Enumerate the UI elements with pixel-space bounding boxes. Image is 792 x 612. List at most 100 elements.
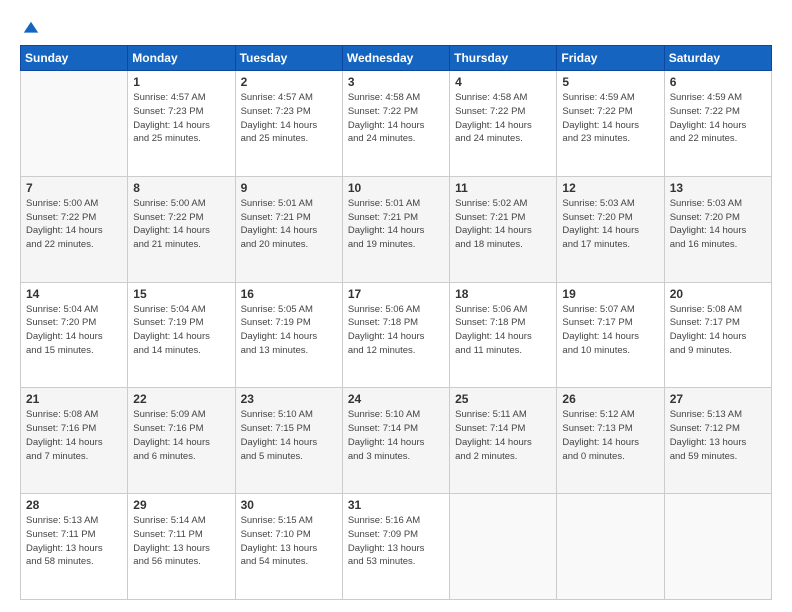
- day-info: Sunrise: 5:10 AM Sunset: 7:14 PM Dayligh…: [348, 408, 444, 463]
- calendar-cell: 27 Sunrise: 5:13 AM Sunset: 7:12 PM Dayli…: [664, 388, 771, 494]
- calendar-cell: 3 Sunrise: 4:58 AM Sunset: 7:22 PM Daylig…: [342, 71, 449, 177]
- calendar-cell: 25 Sunrise: 5:11 AM Sunset: 7:14 PM Dayli…: [450, 388, 557, 494]
- weekday-thursday: Thursday: [450, 46, 557, 71]
- calendar-cell: 28 Sunrise: 5:13 AM Sunset: 7:11 PM Dayli…: [21, 494, 128, 600]
- header: [20, 18, 772, 35]
- calendar-cell: 26 Sunrise: 5:12 AM Sunset: 7:13 PM Dayli…: [557, 388, 664, 494]
- page: SundayMondayTuesdayWednesdayThursdayFrid…: [0, 0, 792, 612]
- day-number: 17: [348, 287, 444, 301]
- day-number: 9: [241, 181, 337, 195]
- day-info: Sunrise: 5:00 AM Sunset: 7:22 PM Dayligh…: [26, 197, 122, 252]
- day-number: 3: [348, 75, 444, 89]
- calendar-cell: 13Sunrise: 5:03 AM Sunset: 7:20 PM Dayli…: [664, 176, 771, 282]
- day-info: Sunrise: 5:14 AM Sunset: 7:11 PM Dayligh…: [133, 514, 229, 569]
- day-number: 18: [455, 287, 551, 301]
- day-info: Sunrise: 5:03 AM Sunset: 7:20 PM Dayligh…: [562, 197, 658, 252]
- calendar-cell: 9Sunrise: 5:01 AM Sunset: 7:21 PM Daylig…: [235, 176, 342, 282]
- calendar-cell: 20 Sunrise: 5:08 AM Sunset: 7:17 PM Dayli…: [664, 282, 771, 388]
- weekday-tuesday: Tuesday: [235, 46, 342, 71]
- day-number: 31: [348, 498, 444, 512]
- day-number: 6: [670, 75, 766, 89]
- day-info: Sunrise: 4:58 AM Sunset: 7:22 PM Dayligh…: [348, 91, 444, 146]
- day-info: Sunrise: 5:01 AM Sunset: 7:21 PM Dayligh…: [348, 197, 444, 252]
- calendar-cell: 6Sunrise: 4:59 AM Sunset: 7:22 PM Daylig…: [664, 71, 771, 177]
- day-number: 5: [562, 75, 658, 89]
- day-number: 7: [26, 181, 122, 195]
- day-number: 24: [348, 392, 444, 406]
- day-info: Sunrise: 5:12 AM Sunset: 7:13 PM Dayligh…: [562, 408, 658, 463]
- day-number: 20: [670, 287, 766, 301]
- day-info: Sunrise: 5:00 AM Sunset: 7:22 PM Dayligh…: [133, 197, 229, 252]
- day-number: 23: [241, 392, 337, 406]
- calendar-cell: 30 Sunrise: 5:15 AM Sunset: 7:10 PM Dayli…: [235, 494, 342, 600]
- day-number: 29: [133, 498, 229, 512]
- calendar-cell: 21Sunrise: 5:08 AM Sunset: 7:16 PM Dayli…: [21, 388, 128, 494]
- day-info: Sunrise: 4:58 AM Sunset: 7:22 PM Dayligh…: [455, 91, 551, 146]
- day-number: 21: [26, 392, 122, 406]
- calendar-cell: 5 Sunrise: 4:59 AM Sunset: 7:22 PM Daylig…: [557, 71, 664, 177]
- day-info: Sunrise: 5:05 AM Sunset: 7:19 PM Dayligh…: [241, 303, 337, 358]
- day-info: Sunrise: 5:07 AM Sunset: 7:17 PM Dayligh…: [562, 303, 658, 358]
- day-number: 10: [348, 181, 444, 195]
- day-info: Sunrise: 5:03 AM Sunset: 7:20 PM Dayligh…: [670, 197, 766, 252]
- day-info: Sunrise: 4:57 AM Sunset: 7:23 PM Dayligh…: [133, 91, 229, 146]
- day-info: Sunrise: 5:13 AM Sunset: 7:12 PM Dayligh…: [670, 408, 766, 463]
- calendar-cell: 4 Sunrise: 4:58 AM Sunset: 7:22 PM Daylig…: [450, 71, 557, 177]
- week-row-1: 1 Sunrise: 4:57 AM Sunset: 7:23 PM Daylig…: [21, 71, 772, 177]
- logo-text: [20, 18, 40, 39]
- calendar-cell: 16 Sunrise: 5:05 AM Sunset: 7:19 PM Dayli…: [235, 282, 342, 388]
- weekday-sunday: Sunday: [21, 46, 128, 71]
- logo: [20, 18, 40, 35]
- day-info: Sunrise: 5:02 AM Sunset: 7:21 PM Dayligh…: [455, 197, 551, 252]
- weekday-friday: Friday: [557, 46, 664, 71]
- calendar-cell: 2 Sunrise: 4:57 AM Sunset: 7:23 PM Daylig…: [235, 71, 342, 177]
- day-info: Sunrise: 5:13 AM Sunset: 7:11 PM Dayligh…: [26, 514, 122, 569]
- day-number: 19: [562, 287, 658, 301]
- day-number: 25: [455, 392, 551, 406]
- day-number: 2: [241, 75, 337, 89]
- day-number: 15: [133, 287, 229, 301]
- day-info: Sunrise: 5:06 AM Sunset: 7:18 PM Dayligh…: [455, 303, 551, 358]
- weekday-wednesday: Wednesday: [342, 46, 449, 71]
- day-info: Sunrise: 5:09 AM Sunset: 7:16 PM Dayligh…: [133, 408, 229, 463]
- week-row-3: 14 Sunrise: 5:04 AM Sunset: 7:20 PM Dayli…: [21, 282, 772, 388]
- day-number: 27: [670, 392, 766, 406]
- day-info: Sunrise: 5:16 AM Sunset: 7:09 PM Dayligh…: [348, 514, 444, 569]
- day-number: 26: [562, 392, 658, 406]
- week-row-2: 7 Sunrise: 5:00 AM Sunset: 7:22 PM Daylig…: [21, 176, 772, 282]
- calendar: SundayMondayTuesdayWednesdayThursdayFrid…: [20, 45, 772, 600]
- day-info: Sunrise: 5:04 AM Sunset: 7:20 PM Dayligh…: [26, 303, 122, 358]
- day-number: 4: [455, 75, 551, 89]
- day-number: 12: [562, 181, 658, 195]
- week-row-5: 28 Sunrise: 5:13 AM Sunset: 7:11 PM Dayli…: [21, 494, 772, 600]
- calendar-cell: 18 Sunrise: 5:06 AM Sunset: 7:18 PM Dayli…: [450, 282, 557, 388]
- day-info: Sunrise: 4:57 AM Sunset: 7:23 PM Dayligh…: [241, 91, 337, 146]
- weekday-saturday: Saturday: [664, 46, 771, 71]
- day-info: Sunrise: 5:11 AM Sunset: 7:14 PM Dayligh…: [455, 408, 551, 463]
- day-number: 28: [26, 498, 122, 512]
- day-number: 11: [455, 181, 551, 195]
- calendar-cell: [664, 494, 771, 600]
- calendar-cell: 14 Sunrise: 5:04 AM Sunset: 7:20 PM Dayli…: [21, 282, 128, 388]
- calendar-cell: [450, 494, 557, 600]
- day-info: Sunrise: 5:10 AM Sunset: 7:15 PM Dayligh…: [241, 408, 337, 463]
- day-info: Sunrise: 4:59 AM Sunset: 7:22 PM Dayligh…: [562, 91, 658, 146]
- day-info: Sunrise: 5:08 AM Sunset: 7:17 PM Dayligh…: [670, 303, 766, 358]
- day-info: Sunrise: 5:15 AM Sunset: 7:10 PM Dayligh…: [241, 514, 337, 569]
- calendar-cell: 10 Sunrise: 5:01 AM Sunset: 7:21 PM Dayli…: [342, 176, 449, 282]
- calendar-cell: [557, 494, 664, 600]
- calendar-cell: 19 Sunrise: 5:07 AM Sunset: 7:17 PM Dayli…: [557, 282, 664, 388]
- day-number: 14: [26, 287, 122, 301]
- day-number: 30: [241, 498, 337, 512]
- calendar-cell: 8Sunrise: 5:00 AM Sunset: 7:22 PM Daylig…: [128, 176, 235, 282]
- weekday-header-row: SundayMondayTuesdayWednesdayThursdayFrid…: [21, 46, 772, 71]
- calendar-cell: 24 Sunrise: 5:10 AM Sunset: 7:14 PM Dayli…: [342, 388, 449, 494]
- day-number: 16: [241, 287, 337, 301]
- calendar-cell: 17Sunrise: 5:06 AM Sunset: 7:18 PM Dayli…: [342, 282, 449, 388]
- calendar-cell: 29 Sunrise: 5:14 AM Sunset: 7:11 PM Dayli…: [128, 494, 235, 600]
- weekday-monday: Monday: [128, 46, 235, 71]
- calendar-cell: 7 Sunrise: 5:00 AM Sunset: 7:22 PM Daylig…: [21, 176, 128, 282]
- calendar-cell: 22Sunrise: 5:09 AM Sunset: 7:16 PM Dayli…: [128, 388, 235, 494]
- calendar-cell: 1 Sunrise: 4:57 AM Sunset: 7:23 PM Daylig…: [128, 71, 235, 177]
- day-number: 1: [133, 75, 229, 89]
